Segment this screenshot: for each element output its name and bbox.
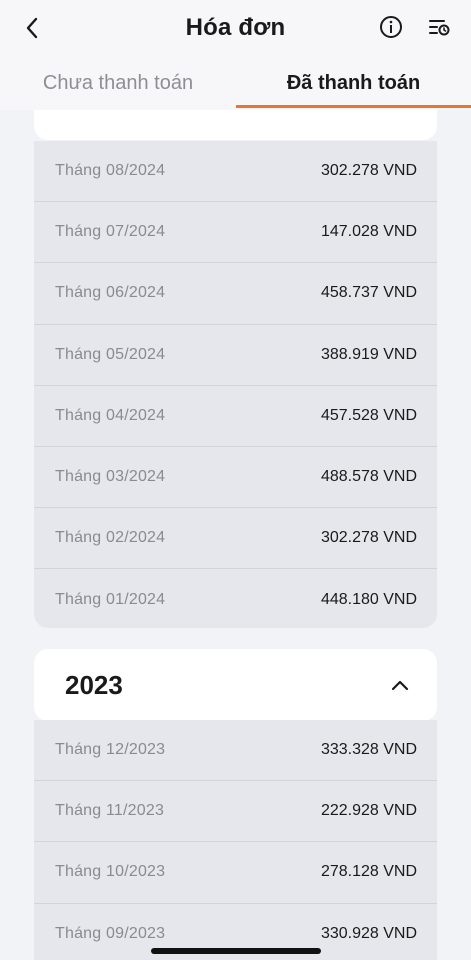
invoice-amount: 302.278 VND: [320, 162, 417, 180]
invoice-row[interactable]: Tháng 06/2024 458.737 VND: [34, 263, 437, 325]
invoice-row[interactable]: Tháng 05/2024 388.919 VND: [34, 325, 437, 386]
invoice-row[interactable]: Tháng 03/2024 488.578 VND: [34, 447, 437, 509]
invoice-amount: 458.737 VND: [320, 284, 417, 302]
tab-bar: Chưa thanh toán Đã thanh toán: [0, 56, 471, 110]
filter-button[interactable]: [424, 12, 454, 42]
chevron-up-icon: [391, 680, 409, 691]
invoice-row[interactable]: Tháng 11/2023 222.928 VND: [34, 781, 437, 843]
tab-paid[interactable]: Đã thanh toán: [236, 56, 471, 110]
invoice-amount: 302.278 VND: [320, 529, 417, 547]
filter-list-icon: [429, 20, 450, 36]
month-list-2024: Tháng 08/2024 302.278 VND Tháng 07/2024 …: [34, 141, 437, 628]
invoice-amount: 278.128 VND: [320, 863, 417, 881]
invoice-amount: 147.028 VND: [320, 223, 417, 241]
invoice-month: Tháng 05/2024: [55, 345, 166, 363]
invoice-amount: 333.328 VND: [320, 741, 417, 759]
invoice-month: Tháng 12/2023: [55, 741, 166, 759]
back-button[interactable]: [16, 12, 48, 44]
year-label: 2023: [65, 669, 123, 700]
invoice-month: Tháng 07/2024: [55, 223, 166, 241]
invoice-month: Tháng 06/2024: [55, 284, 166, 302]
year-header-2023[interactable]: 2023: [34, 649, 437, 721]
invoice-month: Tháng 08/2024: [55, 162, 166, 180]
invoice-list-scroll[interactable]: 2024 Tháng 08/2024 302.278 VND Tháng 07/…: [0, 110, 471, 960]
month-list-2023: Tháng 12/2023 333.328 VND Tháng 11/2023 …: [34, 720, 437, 960]
invoice-month: Tháng 03/2024: [55, 468, 166, 486]
invoice-month: Tháng 01/2024: [55, 590, 166, 608]
info-circle-icon: [380, 16, 402, 38]
tab-unpaid[interactable]: Chưa thanh toán: [0, 56, 236, 110]
collapse-toggle[interactable]: [387, 672, 413, 698]
invoice-amount: 330.928 VND: [320, 925, 417, 943]
invoice-row[interactable]: Tháng 01/2024 448.180 VND: [34, 569, 437, 630]
chevron-left-icon: [26, 17, 38, 39]
active-tab-indicator: [236, 105, 471, 108]
invoice-row[interactable]: Tháng 07/2024 147.028 VND: [34, 202, 437, 264]
invoice-row[interactable]: Tháng 02/2024 302.278 VND: [34, 508, 437, 570]
invoice-amount: 457.528 VND: [320, 406, 417, 424]
year-header-2024[interactable]: 2024: [34, 110, 437, 140]
invoice-month: Tháng 04/2024: [55, 406, 166, 424]
invoice-row[interactable]: Tháng 08/2024 302.278 VND: [34, 141, 437, 203]
invoice-amount: 448.180 VND: [320, 590, 417, 608]
app-header: Hóa đơn: [0, 0, 471, 56]
info-button[interactable]: [376, 12, 406, 42]
invoice-amount: 488.578 VND: [320, 468, 417, 486]
invoice-row[interactable]: Tháng 10/2023 278.128 VND: [34, 842, 437, 904]
invoice-month: Tháng 09/2023: [55, 925, 166, 943]
invoice-amount: 222.928 VND: [320, 802, 417, 820]
invoice-month: Tháng 10/2023: [55, 863, 166, 881]
invoice-month: Tháng 11/2023: [55, 802, 165, 820]
invoice-row[interactable]: Tháng 12/2023 333.328 VND: [34, 720, 437, 782]
invoice-amount: 388.919 VND: [320, 345, 417, 363]
invoice-row[interactable]: Tháng 04/2024 457.528 VND: [34, 386, 437, 447]
home-indicator: [151, 948, 321, 954]
invoice-month: Tháng 02/2024: [55, 529, 166, 547]
page-title: Hóa đơn: [185, 14, 286, 41]
